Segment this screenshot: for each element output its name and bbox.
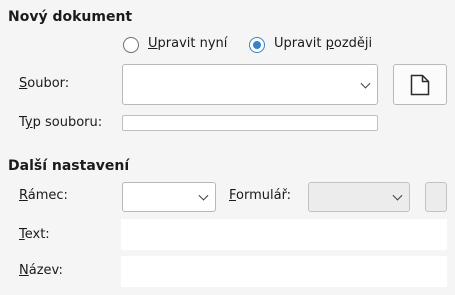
- form-label: Formulář:: [229, 188, 291, 203]
- chevron-down-icon: [360, 78, 371, 89]
- text-label: Text:: [19, 227, 50, 242]
- edit-now-radio[interactable]: [123, 37, 139, 53]
- frame-label-rest: ámec:: [27, 188, 68, 203]
- more-settings-section-title: Další nastavení: [8, 158, 130, 174]
- edit-later-prefix: Upravit: [274, 36, 326, 51]
- file-label-rest: oubor:: [27, 76, 70, 91]
- document-icon: [410, 74, 430, 96]
- form-label-accel: F: [229, 188, 237, 203]
- edit-later-accel: p: [325, 36, 334, 51]
- file-type-label-rest: p souboru:: [32, 115, 103, 130]
- edit-later-label[interactable]: Upravit později: [274, 36, 372, 51]
- file-type-field[interactable]: [122, 115, 378, 131]
- name-label: Název:: [19, 263, 63, 278]
- events-button[interactable]: [425, 182, 447, 212]
- file-type-label: Typ souboru:: [19, 115, 102, 130]
- edit-now-label[interactable]: Upravit nyní: [148, 36, 227, 51]
- name-label-rest: ázev:: [28, 263, 63, 278]
- chevron-down-icon: [198, 190, 209, 201]
- name-label-accel: N: [19, 263, 29, 278]
- hyperlink-new-document-panel: Nový dokument Upravit nyní Upravit pozdě…: [0, 0, 455, 295]
- edit-later-rest: ozději: [333, 36, 373, 51]
- frame-combobox[interactable]: [122, 182, 216, 212]
- text-field[interactable]: [121, 219, 447, 250]
- file-combobox[interactable]: [122, 64, 378, 105]
- edit-now-rest: pravit nyní: [157, 36, 228, 51]
- chevron-down-icon: [392, 190, 403, 201]
- edit-now-accel: U: [148, 36, 158, 51]
- name-field[interactable]: [121, 256, 447, 287]
- file-label: Soubor:: [19, 76, 69, 91]
- select-path-button[interactable]: [393, 64, 447, 105]
- frame-label-accel: R: [19, 188, 28, 203]
- new-document-section-title: Nový dokument: [8, 9, 133, 25]
- text-label-rest: ext:: [24, 227, 50, 242]
- edit-later-radio[interactable]: [249, 37, 265, 53]
- form-combobox[interactable]: [308, 182, 410, 212]
- form-label-rest: ormulář:: [236, 188, 292, 203]
- frame-label: Rámec:: [19, 188, 68, 203]
- file-type-label-accel: y: [24, 115, 33, 130]
